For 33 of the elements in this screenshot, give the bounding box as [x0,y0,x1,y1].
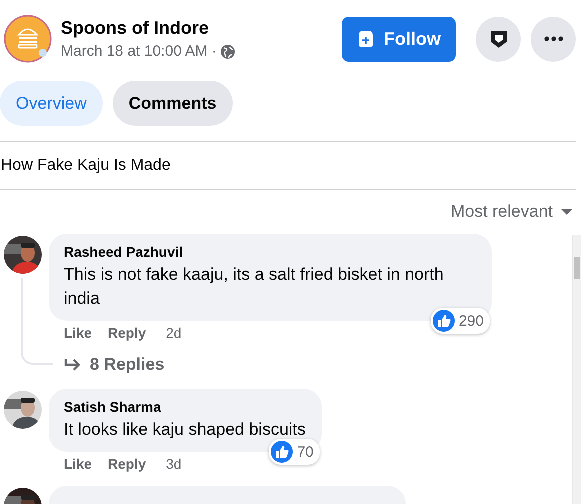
like-count: 70 [297,444,314,460]
comment-author[interactable]: Satish Sharma [64,399,306,415]
follow-icon [356,29,376,49]
comment-age: 3d [166,456,182,472]
follow-button[interactable]: Follow [342,16,456,62]
reply-arrow-icon [64,358,82,372]
comment-age: 2d [166,325,182,341]
post-title: How Fake Kaju Is Made [0,156,172,176]
thumbs-up-icon [271,441,294,463]
comment-action-link[interactable]: Reply [108,325,146,341]
page-name[interactable]: Spoons of Indore [61,18,342,39]
comment-action-link[interactable]: Like [64,325,92,341]
view-replies-link[interactable]: 8 Replies [49,341,165,375]
comment-author[interactable]: Rasheed Pazhuvil [64,244,476,260]
like-count: 290 [458,312,484,330]
shield-button[interactable] [476,16,521,62]
reaction-count[interactable]: 290 [430,308,490,334]
caret-icon [561,208,573,216]
sort-dropdown[interactable]: Most relevant [450,202,573,222]
shield-icon [490,29,508,49]
comment-action-link[interactable]: Like [64,456,92,472]
comment-text: It looks like kaju shaped biscuits [64,419,306,441]
thumbs-up-icon [432,310,455,332]
globe-icon [220,44,235,58]
tab[interactable]: Overview [0,81,103,126]
reaction-count[interactable]: 70 [269,439,320,465]
tab[interactable]: Comments [112,81,233,126]
comment-text: This is not fake kaaju, its a salt fried bisket in north india [64,264,445,310]
more-button[interactable] [531,16,576,62]
more-icon [544,36,564,42]
post-timestamp[interactable]: March 18 at 10:00 AM · [61,43,217,60]
comment-action-link[interactable]: Reply [108,456,146,472]
logo-icon[interactable] [4,15,52,63]
